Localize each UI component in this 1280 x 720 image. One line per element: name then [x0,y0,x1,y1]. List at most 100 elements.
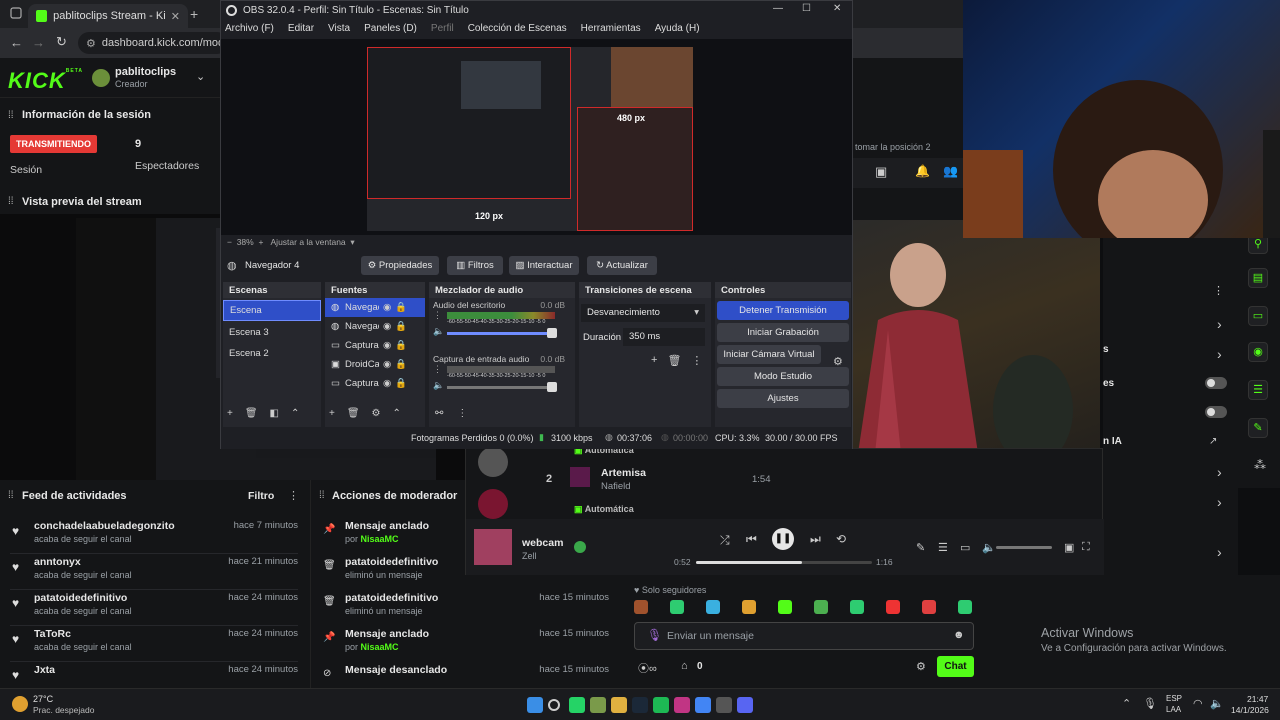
add-icon[interactable]: + [227,408,233,419]
control-button[interactable]: Iniciar Cámara Virtual [717,345,821,364]
more-options-icon[interactable]: ⋮ [433,310,442,321]
list-item[interactable]: ♥ TaToRc acaba de seguir el canal hace 24 m… [0,628,310,664]
more-options-icon[interactable]: ⋮ [457,408,467,419]
emote-5[interactable] [778,600,792,614]
filter-button[interactable]: Filtro [248,490,274,502]
control-button[interactable]: Modo Estudio [717,367,849,386]
fader-handle[interactable] [547,328,557,338]
wrench-icon[interactable]: ✎ [1248,418,1268,438]
queue-icon[interactable]: ☰ [938,541,948,554]
search-icon[interactable] [548,699,560,711]
emote-6[interactable] [814,600,828,614]
emote-10[interactable] [958,600,972,614]
pencil-icon[interactable]: ✎ [916,541,925,554]
up-icon[interactable]: ⌃ [291,408,299,419]
chat-input[interactable]: 🎙 Enviar un mensaje ☻ [634,622,974,650]
chevron-right-icon[interactable]: › [1217,494,1222,510]
volume-slider[interactable] [996,546,1052,549]
device-icon[interactable]: ▭ [960,541,970,554]
zoom-in-icon[interactable]: + [258,237,263,247]
close-tab-icon[interactable]: ✕ [171,10,180,23]
maximize-icon[interactable]: ☐ [802,3,811,14]
store-icon[interactable]: ▣ [875,164,887,180]
source-item[interactable]: ▭ Captura ◉ 🔒 [325,374,425,393]
link-icon[interactable]: ⚯ [435,408,443,419]
emote-1[interactable] [634,600,648,614]
volume-icon[interactable]: 🔈 [433,380,444,391]
whatsapp-icon[interactable] [569,697,585,713]
emoji-icon[interactable]: ☻ [953,629,965,641]
refresh-button[interactable]: ↻ Actualizar [587,256,657,275]
obs-canvas[interactable]: 480 px 120 px [367,47,693,231]
lock-icon[interactable]: 🔒 [395,378,407,389]
more-options-icon[interactable]: ⋮ [288,489,299,502]
gear-icon[interactable]: ⚙ [916,660,926,673]
previous-icon[interactable]: ⏮ [746,532,757,547]
kick-logo[interactable]: KICKBETA [8,68,83,94]
steam-icon[interactable] [632,697,648,713]
lock-icon[interactable]: 🔒 [395,321,407,332]
mic-icon[interactable]: 🎙 [647,628,662,642]
more-options-icon[interactable]: ⋮ [433,364,442,375]
document-icon[interactable]: ▤ [1248,268,1268,288]
volume-icon[interactable]: 🔈 [433,326,444,337]
shuffle-icon[interactable]: ⤮ [720,533,730,548]
drag-handle-icon[interactable]: ⁞⁞ [8,110,14,121]
broadcast-icon[interactable]: ◉ [1248,342,1268,362]
clock-time[interactable]: 21:47 [1247,694,1268,704]
chat-send-button[interactable]: Chat [937,656,974,677]
list-item[interactable]: ♥ anntonyx acaba de seguir el canal hace 21… [0,556,310,592]
menu-item[interactable]: Editar [288,23,314,37]
chevron-down-icon[interactable]: ▾ [350,237,354,247]
lang-layout[interactable]: LAA [1166,705,1181,714]
chevron-right-icon[interactable]: › [1217,464,1222,480]
mic-icon[interactable]: 🎙 [1143,697,1157,710]
menu-item[interactable]: Perfil [431,23,454,37]
song-title[interactable]: Artemisa [601,467,646,479]
trash-icon[interactable]: 🗑 [667,354,681,367]
eye-icon[interactable]: ◉ [383,302,391,313]
panel-icon[interactable]: ☰ [1248,380,1268,400]
eye-icon[interactable]: ◉ [383,321,391,332]
source-item[interactable]: ▭ Captura ◉ 🔒 [325,336,425,355]
control-button[interactable]: Ajustes [717,389,849,408]
emote-9[interactable] [922,600,936,614]
trash-icon[interactable]: 🗑 [245,408,258,419]
emote-7[interactable] [850,600,864,614]
back-icon[interactable]: ← [10,35,23,50]
apps-icon[interactable]: ⁂ [1254,458,1266,472]
drag-handle-icon[interactable]: ⁞⁞ [319,490,325,501]
lang-code[interactable]: ESP [1166,694,1182,703]
menu-item[interactable]: Archivo (F) [225,23,274,37]
clock-date[interactable]: 14/1/2026 [1231,705,1269,715]
add-icon[interactable]: + [651,354,657,367]
volume-fader[interactable] [447,332,555,335]
control-button[interactable]: Iniciar Grabación [717,323,849,342]
chevron-right-icon[interactable]: › [1217,316,1222,332]
repeat-icon[interactable]: ⟲ [836,532,846,546]
gift-icon[interactable]: ⌂ [681,660,688,672]
trash-icon[interactable]: 🗑 [347,408,360,419]
lock-icon[interactable]: 🔒 [395,340,407,351]
transition-select[interactable]: Desvanecimiento ▾ [581,304,705,322]
next-icon[interactable]: ⏭ [810,532,821,547]
gear-icon[interactable]: ⚙ [833,355,843,368]
list-item[interactable]: 🗑 patatoidedefinitivo eliminó un mensaje ha… [311,592,621,628]
users-icon[interactable]: 👥 [943,164,958,178]
emote-2[interactable] [670,600,684,614]
fullscreen-icon[interactable]: ⛶ [1082,541,1090,554]
instagram-icon[interactable] [674,697,690,713]
browser-tab[interactable]: pablitoclips Stream - Kick Dashb ✕ [28,4,188,28]
emote-3[interactable] [706,600,720,614]
infinity-icon[interactable]: ⦿∞ [638,660,657,676]
list-item[interactable]: ♥ conchadelaabueladegonzito acaba de segui… [0,520,310,556]
filters-button[interactable]: ▥ Filtros [447,256,503,275]
more-options-icon[interactable]: ⋮ [1213,284,1224,297]
avatar[interactable] [92,69,110,87]
chart-icon[interactable]: ↗ [1209,436,1217,447]
tray-chevron-up-icon[interactable]: ⌃ [1122,697,1131,710]
gear-icon[interactable]: ⚙ [372,408,381,419]
obs-preview[interactable]: 480 px 120 px − 38% + Ajustar a la venta… [221,39,852,247]
source-item[interactable]: ▣ DroidCa ◉ 🔒 [325,355,425,374]
discord-icon[interactable] [737,697,753,713]
